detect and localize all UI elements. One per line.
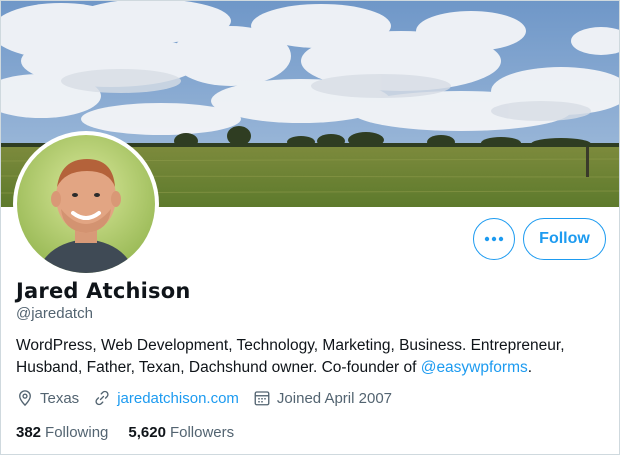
- followers-count: 5,620: [128, 424, 166, 441]
- website-item[interactable]: jaredatchison.com: [93, 389, 239, 407]
- avatar[interactable]: [13, 131, 159, 277]
- profile-name: Jared Atchison: [16, 279, 191, 303]
- profile-bio: WordPress, Web Development, Technology, …: [16, 335, 606, 379]
- bio-end: .: [527, 359, 533, 376]
- follow-button[interactable]: Follow: [523, 218, 606, 260]
- calendar-icon: [254, 391, 270, 406]
- website-link[interactable]: jaredatchison.com: [117, 390, 239, 407]
- followers-stat[interactable]: 5,620 Followers: [128, 424, 234, 441]
- location-pin-icon: [19, 390, 31, 407]
- avatar-image: [17, 135, 155, 273]
- more-horizontal-icon: [484, 236, 504, 242]
- more-options-button[interactable]: [473, 218, 515, 260]
- joined-text: Joined April 2007: [276, 389, 393, 407]
- bio-mention-link[interactable]: @easywpforms: [421, 359, 528, 376]
- following-label: Following: [45, 424, 109, 441]
- location-item: Texas: [16, 389, 79, 407]
- following-stat[interactable]: 382 Following: [16, 424, 108, 441]
- profile-card: Follow Jared Atchison @jaredatch WordPre…: [0, 0, 620, 455]
- profile-stats: 382 Following 5,620 Followers: [16, 424, 254, 441]
- profile-handle: @jaredatch: [16, 305, 93, 322]
- following-count: 382: [16, 424, 42, 441]
- profile-meta: Texas jaredatchison.com Joined April 200…: [16, 389, 406, 407]
- followers-label: Followers: [169, 424, 235, 441]
- joined-item: Joined April 2007: [253, 389, 392, 407]
- location-text: Texas: [40, 389, 80, 407]
- link-icon: [95, 390, 109, 406]
